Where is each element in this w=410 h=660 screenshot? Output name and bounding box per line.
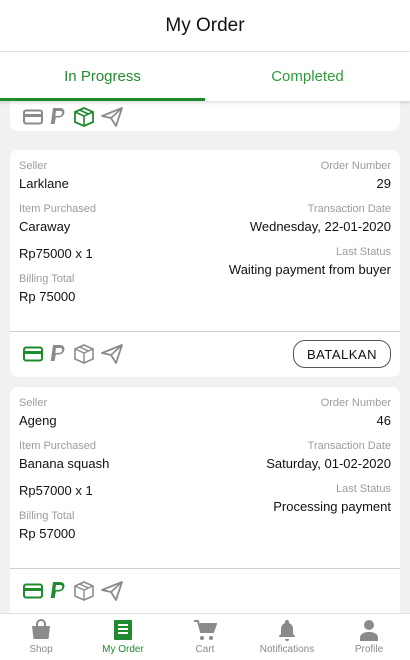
nav-shop[interactable]: Shop xyxy=(0,614,82,660)
transaction-date: Saturday, 01-02-2020 xyxy=(266,456,391,471)
seller-name: Larklane xyxy=(19,176,69,191)
status-icons xyxy=(23,344,123,364)
qty-price: Rp75000 x 1 xyxy=(19,246,93,261)
order-list-icon xyxy=(114,620,132,640)
billing-total: Rp 57000 xyxy=(19,526,76,541)
last-status-label: Last Status xyxy=(335,483,391,495)
bottom-navigation: Shop My Order Cart Notifications Profile xyxy=(0,613,410,660)
card-icon xyxy=(23,583,43,599)
app-bar: My Order xyxy=(0,0,410,52)
paypal-icon xyxy=(50,108,65,124)
billing-total: Rp 75000 xyxy=(19,289,76,304)
nav-notifications[interactable]: Notifications xyxy=(246,614,328,660)
transaction-date: Wednesday, 22-01-2020 xyxy=(249,219,391,234)
item-name: Caraway xyxy=(19,219,71,234)
qty-price: Rp57000 x 1 xyxy=(19,483,93,498)
nav-label: Profile xyxy=(354,644,384,655)
package-icon xyxy=(74,107,94,127)
card-icon xyxy=(23,109,43,125)
seller-label: Seller xyxy=(19,160,48,172)
order-card[interactable]: Seller Order Number Ageng 46 Item Purcha… xyxy=(10,387,400,613)
tab-completed[interactable]: Completed xyxy=(205,52,410,101)
divider xyxy=(10,568,400,569)
person-icon xyxy=(360,620,378,641)
send-icon xyxy=(101,344,123,364)
nav-label: Shop xyxy=(29,644,53,655)
cancel-order-button[interactable]: BATALKAN xyxy=(293,340,391,368)
order-number-label: Order Number xyxy=(320,397,391,409)
order-list[interactable]: Seller Order Number Larklane 29 Item Pur… xyxy=(0,101,410,613)
order-tabs: In Progress Completed xyxy=(0,52,410,101)
order-number-label: Order Number xyxy=(320,160,391,172)
paypal-icon xyxy=(50,582,65,598)
item-label: Item Purchased xyxy=(19,440,97,452)
status-icons xyxy=(23,107,123,127)
last-status-label: Last Status xyxy=(335,246,391,258)
divider xyxy=(10,331,400,332)
status-icons xyxy=(23,581,123,601)
item-name: Banana squash xyxy=(19,456,110,471)
nav-my-order[interactable]: My Order xyxy=(82,614,164,660)
send-icon xyxy=(101,107,123,127)
card-icon xyxy=(23,346,43,362)
page-title: My Order xyxy=(165,14,245,36)
cart-icon xyxy=(194,620,217,640)
transaction-date-label: Transaction Date xyxy=(307,203,391,215)
order-card[interactable]: Seller Order Number Larklane 29 Item Pur… xyxy=(10,150,400,377)
seller-label: Seller xyxy=(19,397,48,409)
package-icon xyxy=(74,581,94,601)
nav-label: My Order xyxy=(102,644,144,655)
seller-name: Ageng xyxy=(19,413,57,428)
nav-label: Cart xyxy=(195,644,215,655)
tab-in-progress[interactable]: In Progress xyxy=(0,52,205,101)
order-card-partial xyxy=(10,101,400,131)
order-number: 46 xyxy=(376,413,391,428)
transaction-date-label: Transaction Date xyxy=(307,440,391,452)
billing-total-label: Billing Total xyxy=(19,510,75,522)
paypal-icon xyxy=(50,345,65,361)
send-icon xyxy=(101,581,123,601)
bell-icon xyxy=(279,620,295,641)
package-icon xyxy=(74,344,94,364)
nav-profile[interactable]: Profile xyxy=(328,614,410,660)
order-number: 29 xyxy=(376,176,391,191)
nav-label: Notifications xyxy=(259,644,315,655)
billing-total-label: Billing Total xyxy=(19,273,75,285)
item-label: Item Purchased xyxy=(19,203,97,215)
shopping-bag-icon xyxy=(32,619,50,639)
nav-cart[interactable]: Cart xyxy=(164,614,246,660)
